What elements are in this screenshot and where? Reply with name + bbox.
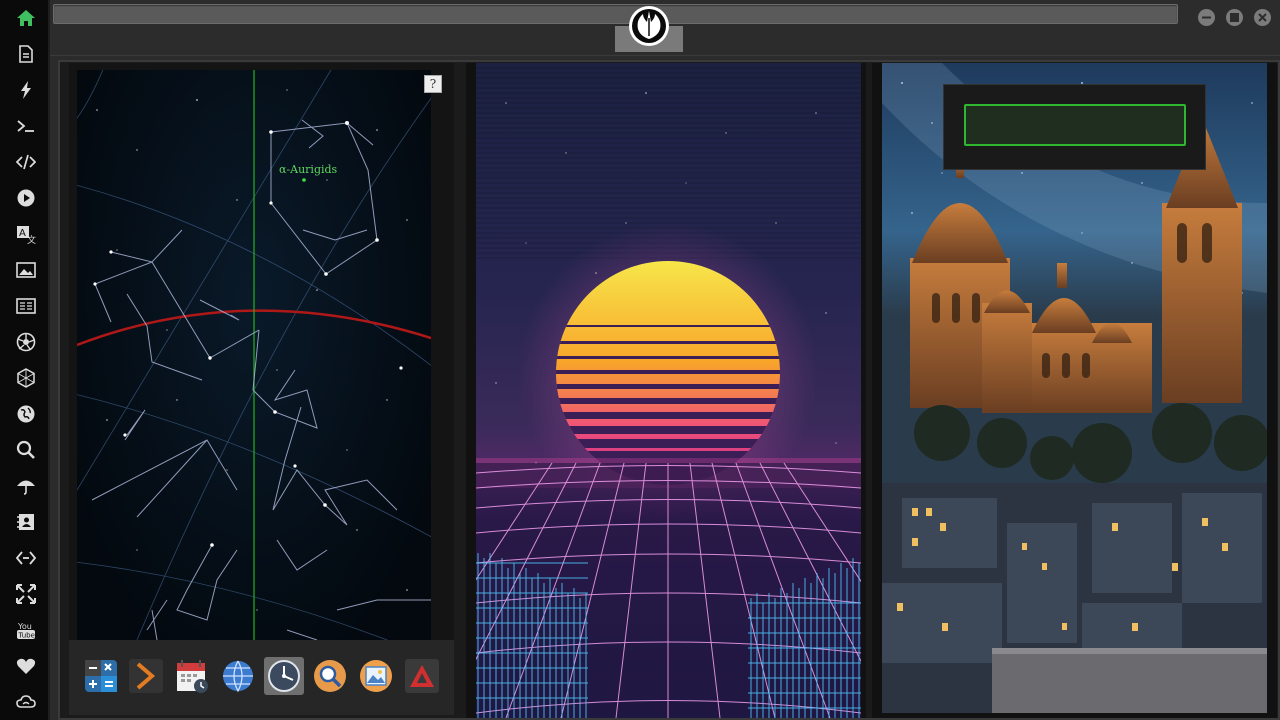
sidebar: A文 You Tube [0,0,50,720]
address-bar[interactable] [53,4,1178,24]
constellation-label: α-Aurigids [279,163,338,176]
aperture-icon[interactable] [13,329,39,355]
svg-text:文: 文 [27,234,36,244]
synthwave-graphic [476,67,861,718]
minimize-button[interactable] [1198,9,1215,26]
terminal-icon[interactable] [13,113,39,139]
play-icon[interactable] [13,185,39,211]
fullscreen-icon[interactable] [13,581,39,607]
cloud-icon[interactable] [13,689,39,715]
image-icon[interactable] [13,257,39,283]
news-icon[interactable] [13,293,39,319]
star-map-graphic [77,70,431,640]
clock-icon[interactable] [264,657,304,695]
search-icon[interactable] [13,437,39,463]
rebel-emblem-icon[interactable] [629,6,669,46]
svg-text:A: A [19,228,26,239]
youtube-icon[interactable]: You Tube [13,617,39,643]
browser-globe-icon[interactable] [218,657,258,695]
umbrella-icon[interactable] [13,473,39,499]
help-button[interactable]: ? [424,75,442,93]
home-icon[interactable] [13,5,39,31]
svg-text:Tube: Tube [18,632,35,640]
lightning-icon[interactable] [13,77,39,103]
close-button[interactable] [1254,9,1271,26]
photos-icon[interactable] [356,657,396,695]
heart-icon[interactable] [13,653,39,679]
translate-icon[interactable]: A文 [13,221,39,247]
calendar-icon[interactable] [172,657,212,695]
alert-icon[interactable] [402,657,442,695]
network-icon[interactable] [13,545,39,571]
svg-text:You: You [17,622,32,631]
magnifier-icon[interactable] [310,657,350,695]
globe-icon[interactable] [13,401,39,427]
code-icon[interactable] [13,149,39,175]
maximize-button[interactable] [1226,9,1243,26]
synthwave-wallpaper [476,63,861,718]
login-input[interactable] [964,104,1186,146]
calculator-icon[interactable] [81,657,121,695]
document-icon[interactable] [13,41,39,67]
contact-book-icon[interactable] [13,509,39,535]
terminal-arrow-icon[interactable] [126,657,166,695]
star-map[interactable]: α-Aurigids [77,70,431,640]
hexagon-icon[interactable] [13,365,39,391]
